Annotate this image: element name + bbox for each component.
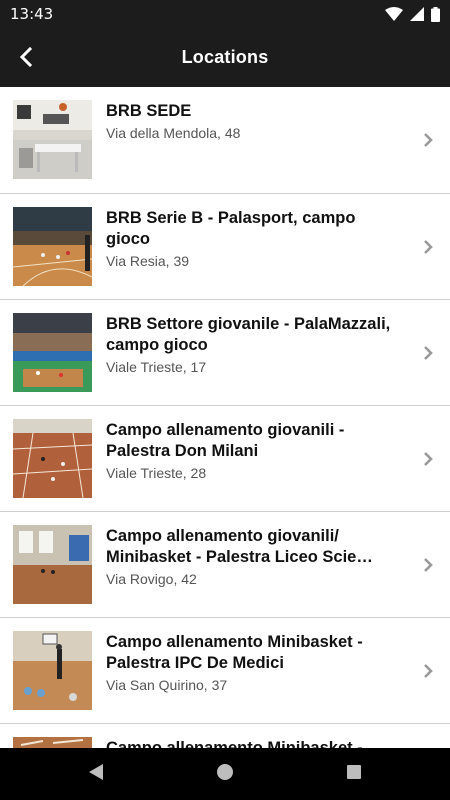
location-address: Viale Trieste, 17 — [106, 359, 207, 375]
recents-square-icon[interactable] — [345, 762, 363, 782]
location-thumbnail — [13, 525, 92, 604]
location-title: Campo allenamento Minibasket - — [106, 739, 363, 748]
location-address: Viale Trieste, 28 — [106, 465, 207, 481]
chevron-right-icon — [424, 239, 433, 254]
location-row[interactable]: BRB Settore giovanile - PalaMazzali, cam… — [0, 300, 450, 406]
home-circle-icon[interactable] — [216, 762, 234, 782]
location-title: Campo allenamento giovanili/ Minibasket … — [106, 527, 373, 566]
location-title: BRB Serie B - Palasport, campo gioco — [106, 209, 356, 248]
location-row[interactable]: BRB SEDE Via della Mendola, 48 — [0, 87, 450, 194]
back-triangle-icon[interactable] — [87, 762, 105, 782]
location-thumbnail — [13, 419, 92, 498]
location-title: BRB Settore giovanile - PalaMazzali, cam… — [106, 315, 391, 354]
location-row[interactable]: Campo allenamento giovanili - Palestra D… — [0, 406, 450, 512]
location-thumbnail — [13, 100, 92, 179]
location-row[interactable]: BRB Serie B - Palasport, campo gioco Via… — [0, 194, 450, 300]
back-button[interactable] — [6, 37, 46, 77]
location-address: Via Resia, 39 — [106, 253, 190, 269]
app-bar: Locations — [0, 28, 450, 87]
location-thumbnail — [13, 631, 92, 710]
location-row[interactable]: Campo allenamento giovanili/ Minibasket … — [0, 512, 450, 618]
location-thumbnail — [13, 737, 92, 748]
location-title: Campo allenamento Minibasket - Palestra … — [106, 633, 363, 672]
battery-icon — [431, 6, 440, 22]
location-thumbnail — [13, 207, 92, 286]
status-time: 13:43 — [10, 5, 54, 23]
status-icons — [385, 6, 440, 22]
location-address: Via Rovigo, 42 — [106, 571, 197, 587]
chevron-right-icon — [424, 557, 433, 572]
location-row[interactable]: Campo allenamento Minibasket - — [0, 724, 450, 748]
chevron-right-icon — [424, 345, 433, 360]
page-title: Locations — [181, 47, 269, 67]
locations-list[interactable]: BRB SEDE Via della Mendola, 48 BRB Serie… — [0, 87, 450, 748]
location-address: Via della Mendola, 48 — [106, 125, 241, 141]
system-nav-bar — [0, 748, 450, 800]
location-row[interactable]: Campo allenamento Minibasket - Palestra … — [0, 618, 450, 724]
location-thumbnail — [13, 313, 92, 392]
back-arrow-icon — [19, 47, 33, 67]
status-bar: 13:43 — [0, 0, 450, 28]
location-address: Via San Quirino, 37 — [106, 677, 228, 693]
wifi-icon — [385, 7, 403, 21]
location-title: Campo allenamento giovanili - Palestra D… — [106, 421, 345, 460]
chevron-right-icon — [424, 451, 433, 466]
chevron-right-icon — [424, 133, 433, 147]
location-title: BRB SEDE — [106, 102, 192, 120]
chevron-right-icon — [424, 663, 433, 678]
signal-icon — [410, 7, 424, 21]
